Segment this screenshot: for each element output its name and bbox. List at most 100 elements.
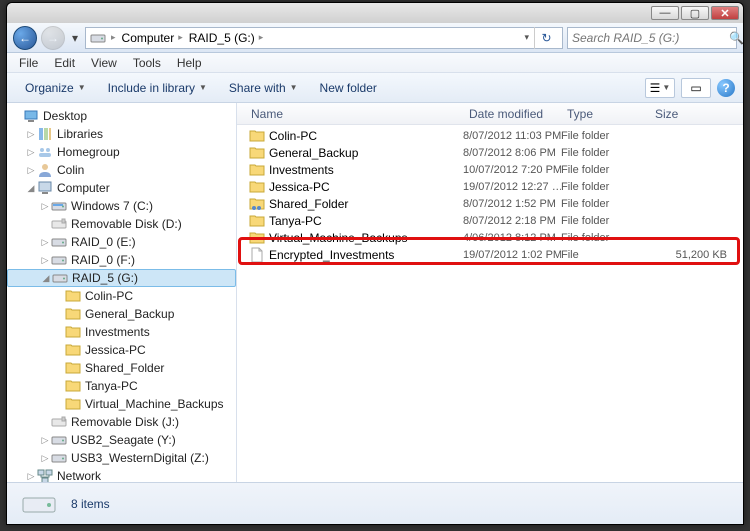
list-item[interactable]: Jessica-PC 19/07/2012 12:27 … File folde… [237, 178, 743, 195]
tree-item[interactable]: ▷ RAID_0 (E:) [7, 233, 236, 251]
tree-item[interactable]: Desktop [7, 107, 236, 125]
tree-item-label: Shared_Folder [85, 361, 164, 375]
chevron-down-icon: ▼ [78, 83, 86, 92]
item-count: 8 items [71, 497, 110, 511]
tree-item[interactable]: Tanya-PC [7, 377, 236, 395]
tree-item-label: Removable Disk (J:) [71, 415, 179, 429]
tree-item[interactable]: ▷ Network [7, 467, 236, 482]
tree-item[interactable]: ▷ RAID_0 (F:) [7, 251, 236, 269]
menu-tools[interactable]: Tools [125, 54, 169, 72]
close-button[interactable]: ✕ [711, 6, 739, 20]
breadcrumb-root[interactable]: ▸ [108, 28, 119, 48]
expand-toggle-icon[interactable]: ▷ [25, 165, 37, 176]
hdd2-icon [52, 270, 68, 286]
search-input[interactable] [572, 31, 729, 45]
expand-toggle-icon[interactable]: ◢ [40, 273, 52, 284]
tree-item[interactable]: Virtual_Machine_Backups [7, 395, 236, 413]
tree-item[interactable]: ▷ USB3_WesternDigital (Z:) [7, 449, 236, 467]
menu-help[interactable]: Help [169, 54, 210, 72]
tree-item[interactable]: Removable Disk (D:) [7, 215, 236, 233]
tree-item[interactable]: Jessica-PC [7, 341, 236, 359]
tree-item[interactable]: ▷ Homegroup [7, 143, 236, 161]
file-type: File folder [561, 215, 649, 227]
tree-item[interactable]: ◢ Computer [7, 179, 236, 197]
include-library-button[interactable]: Include in library▼ [98, 77, 217, 99]
address-dropdown-icon[interactable]: ▾ [521, 32, 532, 43]
tree-item[interactable]: Colin-PC [7, 287, 236, 305]
drive-icon [21, 490, 57, 518]
new-folder-button[interactable]: New folder [310, 77, 387, 99]
list-item[interactable]: Colin-PC 8/07/2012 11:03 PM File folder [237, 127, 743, 144]
expand-toggle-icon[interactable]: ▷ [39, 237, 51, 248]
folder-icon [65, 288, 81, 304]
column-date[interactable]: Date modified [463, 107, 561, 121]
file-icon [249, 247, 265, 263]
expand-toggle-icon[interactable]: ▷ [39, 255, 51, 266]
details-pane: 8 items [7, 482, 743, 524]
help-button[interactable]: ? [717, 79, 735, 97]
view-mode-button[interactable]: ☰▼ [645, 78, 675, 98]
tree-item[interactable]: Removable Disk (J:) [7, 413, 236, 431]
libraries-icon [37, 126, 53, 142]
file-date: 8/07/2012 11:03 PM [463, 130, 561, 142]
breadcrumb-item[interactable]: Computer▸ [119, 28, 186, 48]
minimize-button[interactable]: — [651, 6, 679, 20]
expand-toggle-icon[interactable]: ▷ [25, 471, 37, 482]
tree-item[interactable]: Investments [7, 323, 236, 341]
file-type: File [561, 249, 649, 261]
tree-item[interactable]: ▷ USB2_Seagate (Y:) [7, 431, 236, 449]
preview-pane-button[interactable]: ▭ [681, 78, 711, 98]
list-item[interactable]: Virtual_Machine_Backups 4/06/2012 8:12 P… [237, 229, 743, 246]
folder-icon [249, 213, 265, 229]
expand-toggle-icon[interactable]: ▷ [39, 453, 51, 464]
tree-item[interactable]: Shared_Folder [7, 359, 236, 377]
explorer-window: — ▢ ✕ ← → ▾ ▸Computer▸RAID_5 (G:)▸ ▾ ↻ 🔍… [6, 2, 744, 525]
expand-toggle-icon[interactable]: ▷ [25, 129, 37, 140]
search-box[interactable]: 🔍 [567, 27, 737, 49]
organize-button[interactable]: Organize▼ [15, 77, 96, 99]
file-date: 8/07/2012 8:06 PM [463, 147, 561, 159]
hdd2-icon [51, 432, 67, 448]
back-button[interactable]: ← [13, 26, 37, 50]
breadcrumb-label: Computer [122, 31, 175, 45]
expand-toggle-icon[interactable]: ▷ [39, 435, 51, 446]
file-type: File folder [561, 232, 649, 244]
list-item[interactable]: Tanya-PC 8/07/2012 2:18 PM File folder [237, 212, 743, 229]
expand-toggle-icon[interactable]: ◢ [25, 183, 37, 194]
file-name: Colin-PC [269, 129, 317, 143]
tree-item[interactable]: ◢ RAID_5 (G:) [7, 269, 236, 287]
preview-icon: ▭ [690, 81, 701, 95]
folder-icon [249, 145, 265, 161]
file-rows[interactable]: Colin-PC 8/07/2012 11:03 PM File folder … [237, 125, 743, 482]
expand-toggle-icon[interactable]: ▷ [25, 147, 37, 158]
tree-item[interactable]: General_Backup [7, 305, 236, 323]
list-item[interactable]: Investments 10/07/2012 7:20 PM File fold… [237, 161, 743, 178]
refresh-button[interactable]: ↻ [534, 27, 558, 49]
tree-item-label: USB2_Seagate (Y:) [71, 433, 176, 447]
list-item[interactable]: General_Backup 8/07/2012 8:06 PM File fo… [237, 144, 743, 161]
menu-file[interactable]: File [11, 54, 46, 72]
list-item[interactable]: Encrypted_Investments 19/07/2012 1:02 PM… [237, 246, 743, 263]
address-bar[interactable]: ▸Computer▸RAID_5 (G:)▸ ▾ ↻ [85, 27, 563, 49]
menu-view[interactable]: View [83, 54, 125, 72]
column-size[interactable]: Size [649, 107, 743, 121]
file-listview: Name Date modified Type Size Colin-PC 8/… [237, 103, 743, 482]
hdd2-icon [51, 234, 67, 250]
column-name[interactable]: Name [237, 107, 463, 121]
tree-item[interactable]: ▷ Libraries [7, 125, 236, 143]
column-type[interactable]: Type [561, 107, 649, 121]
navigation-tree[interactable]: Desktop ▷ Libraries ▷ Homegroup ▷ Colin … [7, 103, 237, 482]
tree-item[interactable]: ▷ Colin [7, 161, 236, 179]
forward-button[interactable]: → [41, 26, 65, 50]
breadcrumb-item[interactable]: RAID_5 (G:)▸ [186, 28, 267, 48]
list-item[interactable]: Shared_Folder 8/07/2012 1:52 PM File fol… [237, 195, 743, 212]
menu-edit[interactable]: Edit [46, 54, 83, 72]
share-with-button[interactable]: Share with▼ [219, 77, 308, 99]
file-name: Tanya-PC [269, 214, 322, 228]
tree-item-label: Computer [57, 181, 110, 195]
tree-item[interactable]: ▷ Windows 7 (C:) [7, 197, 236, 215]
file-type: File folder [561, 198, 649, 210]
history-dropdown[interactable]: ▾ [69, 28, 81, 48]
maximize-button[interactable]: ▢ [681, 6, 709, 20]
expand-toggle-icon[interactable]: ▷ [39, 201, 51, 212]
